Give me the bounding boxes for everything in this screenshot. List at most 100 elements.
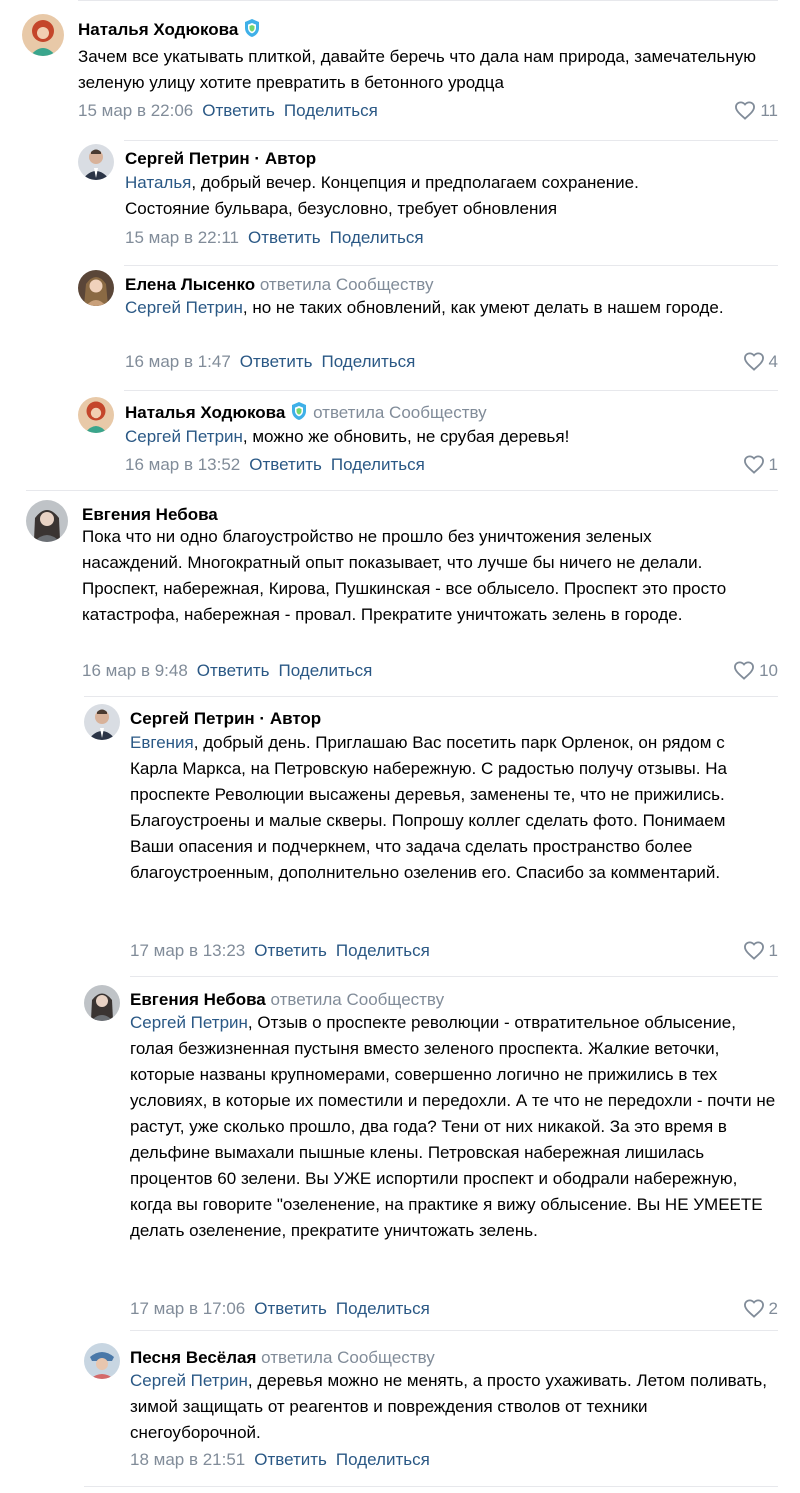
comment: Евгения Небова ответила Сообществу Серге… [84, 985, 778, 1320]
like-button[interactable]: 1 [743, 940, 778, 962]
comment-text: Наталья, добрый вечер. Концепция и предп… [125, 173, 639, 218]
avatar[interactable] [84, 985, 120, 1021]
comment-text: Сергей Петрин, можно же обновить, не сру… [125, 427, 570, 446]
comment-header: Евгения Небова [82, 504, 218, 526]
comment-date[interactable]: 15 мар в 22:11 [125, 228, 239, 247]
comment-text: Сергей Петрин, Отзыв о проспекте революц… [130, 1013, 776, 1240]
reply-target[interactable]: ответила Сообществу [260, 275, 434, 294]
separator [84, 1486, 778, 1487]
comment-meta: 16 мар в 9:48 Ответить Поделиться [82, 660, 372, 682]
comment-header: Евгения Небова ответила Сообществу [130, 989, 444, 1011]
author-name[interactable]: Евгения Небова [130, 990, 266, 1009]
avatar[interactable] [78, 270, 114, 306]
like-button[interactable]: 11 [734, 100, 778, 122]
comment-header: Песня Весёлая ответила Сообществу [130, 1347, 435, 1369]
mention-link[interactable]: Сергей Петрин [130, 1371, 248, 1390]
avatar[interactable] [26, 500, 68, 542]
share-button[interactable]: Поделиться [284, 101, 378, 120]
avatar[interactable] [22, 14, 64, 56]
author-name[interactable]: Наталья Ходюкова [78, 20, 238, 39]
comment-date[interactable]: 16 мар в 9:48 [82, 661, 188, 680]
comment-text: Пока что ни одно благоустройство не прош… [82, 527, 727, 624]
comment-meta: 16 мар в 13:52 Ответить Поделиться [125, 454, 425, 476]
separator [124, 140, 778, 141]
reply-button[interactable]: Ответить [254, 941, 327, 960]
like-button[interactable]: 1 [743, 454, 778, 476]
comment-text: Сергей Петрин, деревья можно не менять, … [130, 1371, 767, 1442]
share-button[interactable]: Поделиться [336, 941, 430, 960]
separator [26, 490, 778, 491]
like-count: 2 [768, 1299, 778, 1318]
reply-button[interactable]: Ответить [254, 1450, 327, 1469]
like-count: 1 [768, 941, 778, 960]
author-name[interactable]: Сергей Петрин [125, 149, 250, 168]
reply-button[interactable]: Ответить [202, 101, 275, 120]
comment-text: Зачем все укатывать плиткой, давайте бер… [78, 47, 756, 92]
author-name[interactable]: Елена Лысенко [125, 275, 255, 294]
separator [130, 1330, 778, 1331]
reply-button[interactable]: Ответить [248, 228, 321, 247]
author-name[interactable]: Песня Весёлая [130, 1348, 256, 1367]
reply-button[interactable]: Ответить [240, 352, 313, 371]
share-button[interactable]: Поделиться [278, 661, 372, 680]
comment: Песня Весёлая ответила Сообществу Сергей… [84, 1343, 778, 1473]
mention-link[interactable]: Евгения [130, 733, 194, 752]
mention-link[interactable]: Сергей Петрин [125, 427, 243, 446]
comment-header: Сергей Петрин · Автор [130, 709, 322, 728]
share-button[interactable]: Поделиться [321, 352, 415, 371]
comment: Евгения Небова Пока что ни одно благоуст… [26, 500, 778, 684]
comment-date[interactable]: 17 мар в 17:06 [130, 1299, 245, 1318]
comment: Наталья Ходюкова Зачем все укатывать пли… [22, 14, 778, 126]
reply-button[interactable]: Ответить [197, 661, 270, 680]
comment: Елена Лысенко ответила Сообществу Сергей… [78, 270, 778, 376]
like-button[interactable]: 2 [743, 1298, 778, 1320]
heart-icon [734, 661, 755, 680]
heart-icon [743, 352, 764, 371]
avatar[interactable] [84, 1343, 120, 1379]
avatar[interactable] [78, 144, 114, 180]
comment-header: Наталья Ходюкова ответила Сообществу [125, 401, 487, 424]
reply-button[interactable]: Ответить [254, 1299, 327, 1318]
author-name[interactable]: Наталья Ходюкова [125, 403, 285, 422]
comment-header: Елена Лысенко ответила Сообществу [125, 274, 433, 296]
mention-link[interactable]: Сергей Петрин [130, 1013, 248, 1032]
share-button[interactable]: Поделиться [336, 1450, 430, 1469]
mention-link[interactable]: Наталья [125, 173, 191, 192]
comment-date[interactable]: 16 мар в 13:52 [125, 455, 240, 474]
share-button[interactable]: Поделиться [331, 455, 425, 474]
mention-link[interactable]: Сергей Петрин [125, 298, 243, 317]
reply-target[interactable]: ответила Сообществу [313, 403, 487, 422]
comment-date[interactable]: 18 мар в 21:51 [130, 1450, 245, 1469]
comment-header: Наталья Ходюкова [78, 18, 261, 41]
separator [84, 696, 778, 697]
share-button[interactable]: Поделиться [330, 228, 424, 247]
comment-date[interactable]: 17 мар в 13:23 [130, 941, 245, 960]
comment-header: Сергей Петрин · Автор [125, 149, 317, 168]
heart-icon [743, 1299, 764, 1318]
reply-target[interactable]: ответила Сообществу [261, 1348, 435, 1367]
author-name[interactable]: Евгения Небова [82, 505, 218, 524]
comment: Сергей Петрин · Автор Наталья, добрый ве… [78, 144, 778, 252]
reply-target[interactable]: ответила Сообществу [271, 990, 445, 1009]
comment: Наталья Ходюкова ответила Сообществу Сер… [78, 397, 778, 479]
verified-shield-icon [243, 18, 261, 38]
share-button[interactable]: Поделиться [336, 1299, 430, 1318]
comment-date[interactable]: 15 мар в 22:06 [78, 101, 193, 120]
comment-text: Сергей Петрин, но не таких обновлений, к… [125, 298, 724, 317]
comment: Сергей Петрин · Автор Евгения, добрый де… [84, 704, 778, 964]
author-name[interactable]: Сергей Петрин [130, 709, 255, 728]
comment-meta: 16 мар в 1:47 Ответить Поделиться [125, 351, 415, 373]
avatar[interactable] [78, 397, 114, 433]
comment-meta: 15 мар в 22:06 Ответить Поделиться [78, 100, 378, 122]
separator [130, 976, 778, 977]
comment-date[interactable]: 16 мар в 1:47 [125, 352, 231, 371]
author-badge: Автор [264, 149, 317, 168]
like-count: 1 [768, 455, 778, 474]
like-button[interactable]: 10 [733, 660, 778, 682]
comment-text: Евгения, добрый день. Приглашаю Вас посе… [130, 733, 727, 882]
comment-meta: 17 мар в 17:06 Ответить Поделиться [130, 1298, 430, 1320]
like-button[interactable]: 4 [743, 351, 778, 373]
author-badge: Автор [269, 709, 322, 728]
reply-button[interactable]: Ответить [249, 455, 322, 474]
avatar[interactable] [84, 704, 120, 740]
